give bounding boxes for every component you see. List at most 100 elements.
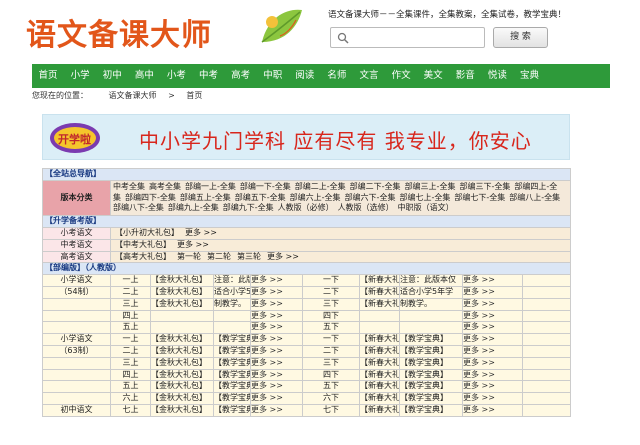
bubian-pack-link[interactable]: 【金秋大礼包】 xyxy=(150,356,214,370)
nav-item-6[interactable]: 高考 xyxy=(225,64,257,88)
bubian-note[interactable]: 【教学宝典】 xyxy=(399,403,463,417)
overview-link[interactable]: 部编二上-全集 xyxy=(295,182,346,191)
overview-link[interactable]: 中职版（语文） xyxy=(398,203,454,212)
nav-item-3[interactable]: 高中 xyxy=(128,64,160,88)
bubian-pack-link[interactable]: 【金秋大礼包】 xyxy=(150,285,214,299)
bubian-more-link[interactable]: 更多 >> xyxy=(250,344,303,358)
bubian-pack-link[interactable]: 【新春大礼包】 xyxy=(359,297,400,311)
bubian-pack-link[interactable]: 【新春大礼包】 xyxy=(359,356,400,370)
bubian-grade-link[interactable]: 一上 xyxy=(110,274,151,287)
bubian-more-link[interactable]: 更多 >> xyxy=(462,356,523,370)
overview-link[interactable]: 中考全集 xyxy=(113,182,145,191)
overview-link[interactable]: 部编三上-全集 xyxy=(405,182,456,191)
overview-link[interactable]: 部编六上-全集 xyxy=(290,193,341,202)
nav-item-4[interactable]: 小考 xyxy=(160,64,192,88)
bubian-grade-link[interactable]: 五下 xyxy=(302,380,360,394)
upgrade-link[interactable]: 第二轮 xyxy=(207,252,231,261)
bubian-more-link[interactable]: 更多 >> xyxy=(462,380,523,394)
bubian-pack-link[interactable]: 【金秋大礼包】 xyxy=(150,392,214,405)
bubian-note[interactable]: 【教学宝典】 xyxy=(399,368,463,382)
overview-link[interactable]: 部编六下-全集 xyxy=(345,193,396,202)
nav-item-7[interactable]: 中职 xyxy=(257,64,289,88)
bubian-grade-link[interactable]: 一上 xyxy=(110,333,151,346)
upgrade-link[interactable]: 【中考大礼包】 xyxy=(115,240,171,249)
upgrade-link[interactable]: 更多 >> xyxy=(177,240,209,249)
bubian-pack-link[interactable]: 【金秋大礼包】 xyxy=(150,333,214,346)
site-logo[interactable]: 语文备课大师 xyxy=(26,10,212,54)
bubian-grade-link[interactable]: 二下 xyxy=(302,285,360,299)
upgrade-link[interactable]: 【高考大礼包】 xyxy=(115,252,171,261)
bubian-pack-link[interactable]: 【新春大礼包】 xyxy=(359,403,400,417)
bubian-grade-link[interactable]: 四下 xyxy=(302,309,360,323)
bubian-pack-link[interactable]: 【新春大礼包】 xyxy=(359,285,400,299)
nav-item-12[interactable]: 美文 xyxy=(417,64,449,88)
overview-link[interactable]: 高考全集 xyxy=(149,182,181,191)
bubian-more-link[interactable]: 更多 >> xyxy=(462,321,523,335)
bubian-grade-link[interactable]: 三上 xyxy=(110,356,151,370)
bubian-more-link[interactable]: 更多 >> xyxy=(250,333,303,346)
upgrade-link[interactable]: 【小升初大礼包】 xyxy=(115,228,179,237)
nav-item-14[interactable]: 悦读 xyxy=(481,64,513,88)
nav-item-1[interactable]: 小学 xyxy=(64,64,96,88)
overview-link[interactable]: 部编八下-全集 xyxy=(113,203,164,212)
bubian-grade-link[interactable]: 四下 xyxy=(302,368,360,382)
nav-item-10[interactable]: 文言 xyxy=(353,64,385,88)
bubian-pack-link[interactable]: 【新春大礼包】 xyxy=(359,274,400,287)
bubian-note[interactable]: 【教学宝典】 xyxy=(213,356,251,370)
overview-link[interactable]: 部编八上-全集 xyxy=(509,193,560,202)
bubian-pack-link[interactable]: 【新春大礼包】 xyxy=(359,333,400,346)
bubian-more-link[interactable]: 更多 >> xyxy=(250,321,303,335)
bubian-more-link[interactable]: 更多 >> xyxy=(250,403,303,417)
nav-item-13[interactable]: 影音 xyxy=(449,64,481,88)
bubian-more-link[interactable]: 更多 >> xyxy=(250,392,303,405)
bubian-note[interactable]: 【教学宝典】 xyxy=(399,380,463,394)
bubian-pack-link[interactable] xyxy=(359,309,400,323)
bubian-pack-link[interactable]: 【金秋大礼包】 xyxy=(150,274,214,287)
bubian-grade-link[interactable]: 三下 xyxy=(302,297,360,311)
bubian-more-link[interactable]: 更多 >> xyxy=(250,285,303,299)
bubian-grade-link[interactable]: 五下 xyxy=(302,321,360,335)
breadcrumb-current[interactable]: 首页 xyxy=(186,91,202,100)
bubian-more-link[interactable]: 更多 >> xyxy=(462,392,523,405)
bubian-pack-link[interactable]: 【金秋大礼包】 xyxy=(150,297,214,311)
overview-link[interactable]: 部编一下-全集 xyxy=(240,182,291,191)
overview-link[interactable]: 部编三下-全集 xyxy=(459,182,510,191)
bubian-grade-link[interactable]: 五上 xyxy=(110,380,151,394)
bubian-grade-link[interactable]: 二上 xyxy=(110,285,151,299)
bubian-grade-link[interactable]: 二上 xyxy=(110,344,151,358)
bubian-more-link[interactable]: 更多 >> xyxy=(462,274,523,287)
bubian-more-link[interactable]: 更多 >> xyxy=(250,309,303,323)
bubian-pack-link[interactable] xyxy=(150,309,214,323)
overview-link[interactable]: 部编七下-全集 xyxy=(454,193,505,202)
overview-link[interactable]: 人教版（选修） xyxy=(338,203,394,212)
bubian-pack-link[interactable]: 【新春大礼包】 xyxy=(359,392,400,405)
bubian-more-link[interactable]: 更多 >> xyxy=(462,403,523,417)
overview-link[interactable]: 部编五下-全集 xyxy=(235,193,286,202)
bubian-more-link[interactable]: 更多 >> xyxy=(250,274,303,287)
bubian-more-link[interactable]: 更多 >> xyxy=(462,344,523,358)
bubian-more-link[interactable]: 更多 >> xyxy=(250,380,303,394)
overview-link[interactable]: 部编九下-全集 xyxy=(223,203,274,212)
bubian-grade-link[interactable]: 五上 xyxy=(110,321,151,335)
overview-link[interactable]: 部编七上-全集 xyxy=(399,193,450,202)
upgrade-link[interactable]: 更多 >> xyxy=(185,228,217,237)
overview-link[interactable]: 部编二下-全集 xyxy=(350,182,401,191)
bubian-pack-link[interactable] xyxy=(150,321,214,335)
bubian-note[interactable]: 【教学宝典】 xyxy=(399,344,463,358)
bubian-grade-link[interactable]: 一下 xyxy=(302,274,360,287)
bubian-more-link[interactable]: 更多 >> xyxy=(462,285,523,299)
overview-link[interactable]: 部编四下-全集 xyxy=(125,193,176,202)
bubian-note[interactable]: 【教学宝典】 xyxy=(213,344,251,358)
search-input[interactable] xyxy=(330,27,485,48)
search-button[interactable]: 搜 索 xyxy=(493,27,548,48)
bubian-grade-link[interactable]: 三下 xyxy=(302,356,360,370)
bubian-note[interactable]: 【教学宝典】 xyxy=(213,403,251,417)
bubian-note[interactable]: 【教学宝典】 xyxy=(213,380,251,394)
nav-item-0[interactable]: 首页 xyxy=(32,64,64,88)
bubian-grade-link[interactable]: 二下 xyxy=(302,344,360,358)
overview-link[interactable]: 人教版（必修） xyxy=(278,203,334,212)
bubian-pack-link[interactable]: 【金秋大礼包】 xyxy=(150,344,214,358)
nav-item-5[interactable]: 中考 xyxy=(192,64,224,88)
nav-item-11[interactable]: 作文 xyxy=(385,64,417,88)
bubian-pack-link[interactable]: 【金秋大礼包】 xyxy=(150,380,214,394)
